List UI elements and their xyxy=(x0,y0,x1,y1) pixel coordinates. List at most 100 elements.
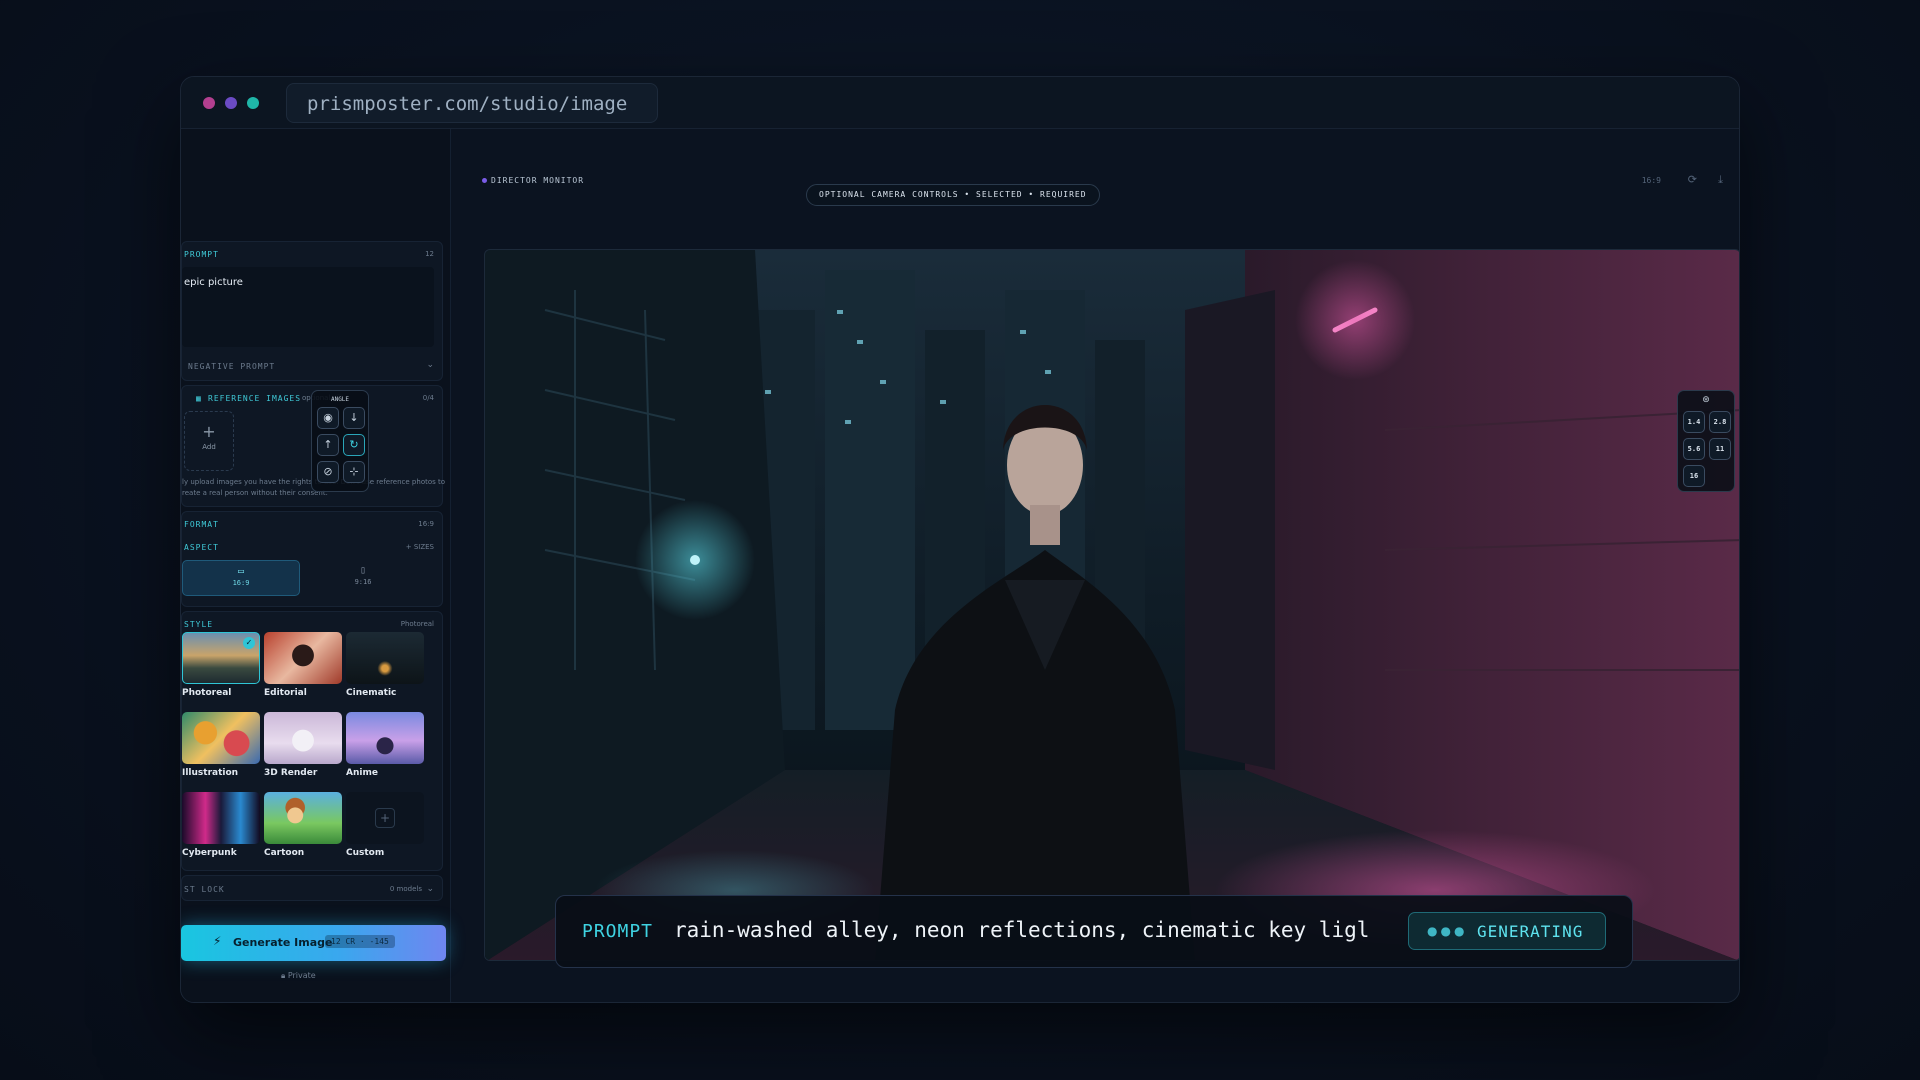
arrow-up-icon[interactable]: ↑ xyxy=(317,434,339,456)
focus-icon[interactable]: ⊹ xyxy=(343,461,365,483)
angle-panel: ANGLE ◉ ↓ ↑ ↻ ⊘ ⊹ xyxy=(311,390,369,492)
style-name: Photoreal xyxy=(182,688,232,698)
style-name: Cyberpunk xyxy=(182,848,237,858)
aperture-icon: ⊛ xyxy=(1702,395,1710,405)
monitor-ratio: 16:9 xyxy=(1641,176,1661,185)
plus-icon: + xyxy=(202,422,216,441)
style-name: Editorial xyxy=(264,688,307,698)
photoreal-thumbnail: ✓ xyxy=(182,632,260,684)
chevron-down-icon[interactable]: ⌄ xyxy=(426,360,434,370)
aspect-16-9-button[interactable]: ▭ 16:9 xyxy=(182,560,300,596)
chevron-down-icon: ⌄ xyxy=(426,884,434,894)
portrait-icon: ▯ xyxy=(359,565,367,576)
lock-value: 0 models xyxy=(389,885,422,893)
lock-panel[interactable]: ST LOCK 0 models ⌄ xyxy=(181,875,443,901)
style-tile-anime[interactable]: Anime xyxy=(346,712,424,784)
refresh-icon[interactable]: ⟳ xyxy=(1688,173,1697,186)
generate-label: Generate Image xyxy=(233,936,333,949)
anime-thumbnail xyxy=(346,712,424,764)
fstop-button[interactable]: 1.4 xyxy=(1683,411,1705,433)
window-minimize-dot[interactable] xyxy=(225,97,237,109)
prompt-textarea[interactable]: epic picture xyxy=(182,267,434,347)
compass-icon[interactable]: ⊘ xyxy=(317,461,339,483)
style-name: 3D Render xyxy=(264,768,318,778)
rotate-icon[interactable]: ↻ xyxy=(343,434,365,456)
window-maximize-dot[interactable] xyxy=(247,97,259,109)
style-tile-photoreal[interactable]: ✓ Photoreal xyxy=(182,632,260,704)
style-name: Cartoon xyxy=(264,848,305,858)
generating-status: ●●● GENERATING xyxy=(1408,912,1606,950)
reference-note-2: reate a real person without their consen… xyxy=(182,489,328,497)
monitor-header: DIRECTOR MONITOR 16:9 ⟳ ⤓ xyxy=(471,167,1739,197)
style-tile-cartoon[interactable]: Cartoon xyxy=(264,792,342,864)
sidebar: PROMPT 12 epic picture NEGATIVE PROMPT ⌄… xyxy=(181,129,451,1002)
aspect-9-16-label: 9:16 xyxy=(354,578,372,586)
generate-button[interactable]: ⚡ Generate Image 12 CR · -145 xyxy=(181,925,446,961)
prompt-count: 12 xyxy=(425,250,434,258)
lock-label: ST LOCK xyxy=(184,885,225,894)
prompt-label: PROMPT xyxy=(184,250,219,259)
negative-prompt-label[interactable]: NEGATIVE PROMPT xyxy=(188,362,275,371)
style-tile-cinematic[interactable]: Cinematic xyxy=(346,632,424,704)
lock-icon: 🔒︎ xyxy=(281,971,288,980)
format-panel: FORMAT 16:9 ASPECT + SIZES ▭ 16:9 ▯ 9:16 xyxy=(181,511,443,607)
format-value: 16:9 xyxy=(418,520,434,528)
style-tile-custom[interactable]: + Custom xyxy=(346,792,424,864)
generate-cost-badge: 12 CR · -145 xyxy=(325,935,395,948)
browser-window: prismposter.com/studio/image PROMPT 12 e… xyxy=(180,76,1740,1003)
style-tile-3d-render[interactable]: 3D Render xyxy=(264,712,342,784)
plus-icon: + xyxy=(375,808,395,828)
eye-icon[interactable]: ◉ xyxy=(317,407,339,429)
style-name: Custom xyxy=(346,848,385,858)
add-reference-button[interactable]: + Add xyxy=(184,411,234,471)
format-label: FORMAT xyxy=(184,520,219,529)
style-tile-illustration[interactable]: Illustration xyxy=(182,712,260,784)
editorial-thumbnail xyxy=(264,632,342,684)
style-name: Anime xyxy=(346,768,378,778)
render-3d-thumbnail xyxy=(264,712,342,764)
cyberpunk-thumbnail xyxy=(182,792,260,844)
url-bar[interactable]: prismposter.com/studio/image xyxy=(286,83,658,123)
cinematic-thumbnail xyxy=(346,632,424,684)
alley-scene xyxy=(485,250,1739,960)
style-name: Illustration xyxy=(182,768,239,778)
aspect-9-16-button[interactable]: ▯ 9:16 xyxy=(304,560,422,596)
style-tile-cyberpunk[interactable]: Cyberpunk xyxy=(182,792,260,864)
aspect-group: ▭ 16:9 ▯ 9:16 xyxy=(182,550,444,606)
angle-title: ANGLE xyxy=(330,396,350,403)
add-reference-label: Add xyxy=(202,443,216,451)
style-panel: STYLE Photoreal ✓ Photoreal Editorial Ci… xyxy=(181,611,443,871)
camera-controls-chip: OPTIONAL CAMERA CONTROLS • SELECTED • RE… xyxy=(806,184,1100,206)
check-icon: ✓ xyxy=(243,637,255,649)
fstop-button[interactable]: 2.8 xyxy=(1709,411,1731,433)
live-indicator-dot xyxy=(482,178,487,183)
monitor-title: DIRECTOR MONITOR xyxy=(491,176,585,185)
status-label: GENERATING xyxy=(1477,922,1584,941)
style-name: Cinematic xyxy=(346,688,397,698)
download-icon[interactable]: ⤓ xyxy=(1718,173,1723,187)
privacy-label: Private xyxy=(287,971,316,980)
image-icon: ▦ xyxy=(196,394,202,403)
prompt-bar-label: PROMPT xyxy=(582,921,654,942)
fstop-button[interactable]: 16 xyxy=(1683,465,1705,487)
custom-thumbnail: + xyxy=(346,792,424,844)
reference-label: REFERENCE IMAGES xyxy=(208,394,302,403)
style-label: STYLE xyxy=(184,620,214,629)
style-selected: Photoreal xyxy=(400,620,434,628)
fstop-button[interactable]: 5.6 xyxy=(1683,438,1705,460)
landscape-icon: ▭ xyxy=(237,566,245,577)
window-close-dot[interactable] xyxy=(203,97,215,109)
lightning-icon: ⚡ xyxy=(213,934,222,948)
title-bar: prismposter.com/studio/image xyxy=(181,77,1739,129)
prompt-bar: PROMPT rain-washed alley, neon reflectio… xyxy=(555,895,1633,968)
prompt-panel: PROMPT 12 epic picture NEGATIVE PROMPT ⌄ xyxy=(181,241,443,381)
style-tile-editorial[interactable]: Editorial xyxy=(264,632,342,704)
privacy-toggle[interactable]: 🔒︎ Private xyxy=(281,971,316,981)
fstop-button[interactable]: 11 xyxy=(1709,438,1731,460)
reference-count: 0/4 xyxy=(422,394,434,402)
illustration-thumbnail xyxy=(182,712,260,764)
cartoon-thumbnail xyxy=(264,792,342,844)
prompt-bar-text[interactable]: rain-washed alley, neon reflections, cin… xyxy=(674,918,1392,942)
aperture-panel: ⊛ 1.4 2.8 5.6 11 16 xyxy=(1677,390,1735,492)
arrow-down-icon[interactable]: ↓ xyxy=(343,407,365,429)
